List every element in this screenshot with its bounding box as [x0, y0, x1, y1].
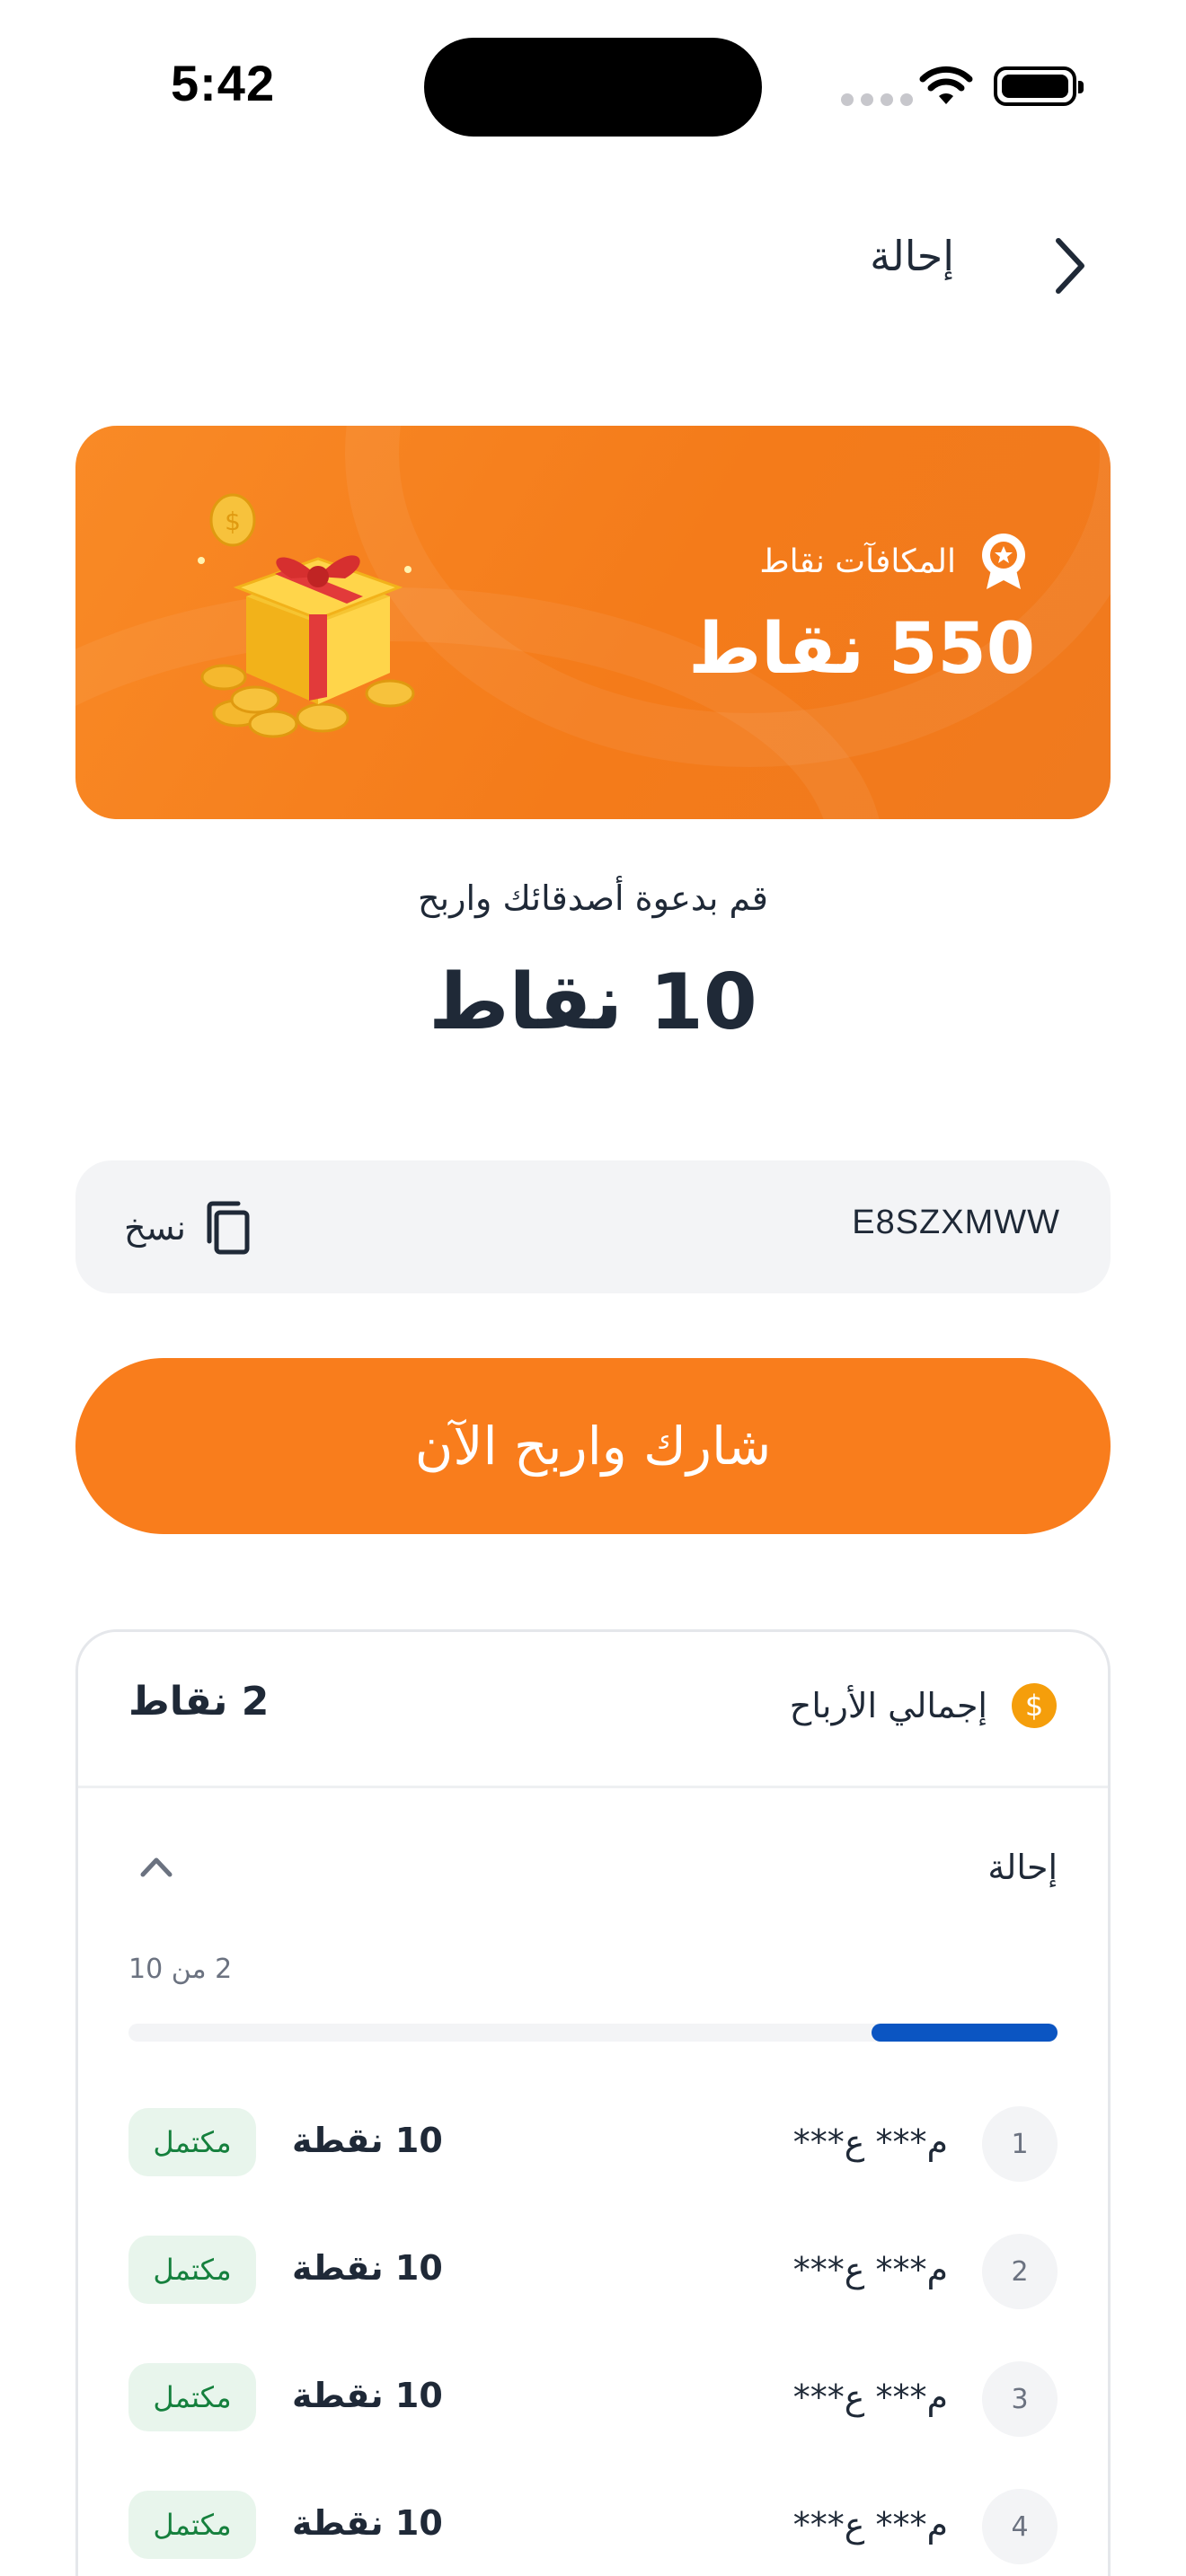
row-index: 4 — [982, 2489, 1058, 2564]
row-name: م*** ع*** — [792, 2122, 948, 2162]
copy-icon — [207, 1201, 250, 1255]
progress-bar — [128, 2024, 1058, 2042]
svg-text:$: $ — [1025, 1689, 1043, 1723]
row-name: م*** ع*** — [792, 2505, 948, 2545]
earnings-card: $ إجمالي الأرباح 2 نقاط إحالة 2 من 10 1 … — [75, 1629, 1111, 2576]
svg-text:$: $ — [225, 507, 241, 536]
rewards-label: المكافآت نقاط — [759, 543, 956, 580]
invite-subtitle: قم بدعوة أصدقائك واربح — [418, 878, 768, 918]
earnings-label-row: $ إجمالي الأرباح — [790, 1682, 1058, 1729]
row-name: م*** ع*** — [792, 2250, 948, 2289]
row-points: 10 نقطة — [292, 2121, 443, 2160]
rewards-points: 550 نقاط — [688, 609, 1035, 690]
row-index: 3 — [982, 2361, 1058, 2437]
progress-text: 2 من 10 — [128, 1954, 233, 1985]
row-name: م*** ع*** — [792, 2378, 948, 2417]
progress-fill — [872, 2024, 1058, 2042]
battery-icon — [994, 66, 1084, 106]
referral-code-box: E8SZXMWW نسخ — [75, 1160, 1111, 1293]
dollar-coin-icon: $ — [1012, 1683, 1057, 1728]
copy-button[interactable]: نسخ — [124, 1196, 252, 1259]
referral-row: 2 م*** ع*** 10 نقطة مكتمل — [78, 2232, 1108, 2313]
page-title: إحالة — [870, 232, 954, 280]
earnings-header: $ إجمالي الأرباح 2 نقاط — [78, 1632, 1108, 1788]
earnings-label: إجمالي الأرباح — [789, 1686, 987, 1725]
earnings-total: 2 نقاط — [128, 1679, 270, 1725]
rewards-label-row: المكافآت نقاط — [759, 532, 1028, 591]
status-badge: مكتمل — [128, 2236, 256, 2304]
referral-row: 1 م*** ع*** 10 نقطة مكتمل — [78, 2104, 1108, 2185]
row-index: 1 — [982, 2106, 1058, 2182]
award-badge-icon — [982, 534, 1025, 589]
chevron-up-icon[interactable] — [134, 1848, 179, 1883]
gift-box-icon: $ — [198, 493, 415, 738]
status-badge: مكتمل — [128, 2491, 256, 2559]
share-label: شارك واربح الآن — [414, 1416, 772, 1477]
page-header: إحالة — [0, 216, 1186, 314]
signal-dots-icon — [841, 93, 913, 106]
invite-points: 10 نقاط — [429, 957, 757, 1047]
row-points: 10 نقطة — [292, 2503, 443, 2543]
status-badge: مكتمل — [128, 2363, 256, 2431]
status-bar: 5:42 — [0, 0, 1186, 153]
copy-label: نسخ — [124, 1208, 187, 1248]
dynamic-island — [424, 38, 762, 137]
status-badge: مكتمل — [128, 2108, 256, 2176]
referral-row: 3 م*** ع*** 10 نقطة مكتمل — [78, 2360, 1108, 2440]
row-index: 2 — [982, 2234, 1058, 2309]
chevron-right-icon[interactable] — [1042, 232, 1096, 300]
status-time: 5:42 — [171, 55, 276, 111]
referral-row: 4 م*** ع*** 10 نقطة مكتمل — [78, 2487, 1108, 2568]
row-points: 10 نقطة — [292, 2248, 443, 2288]
referral-code: E8SZXMWW — [852, 1204, 1060, 1241]
wifi-icon — [919, 66, 973, 104]
row-points: 10 نقطة — [292, 2376, 443, 2415]
referral-section-title: إحالة — [987, 1848, 1058, 1887]
rewards-banner: $ المكافآت نقاط 550 نقاط — [75, 426, 1111, 819]
share-earn-button[interactable]: شارك واربح الآن — [75, 1358, 1111, 1534]
